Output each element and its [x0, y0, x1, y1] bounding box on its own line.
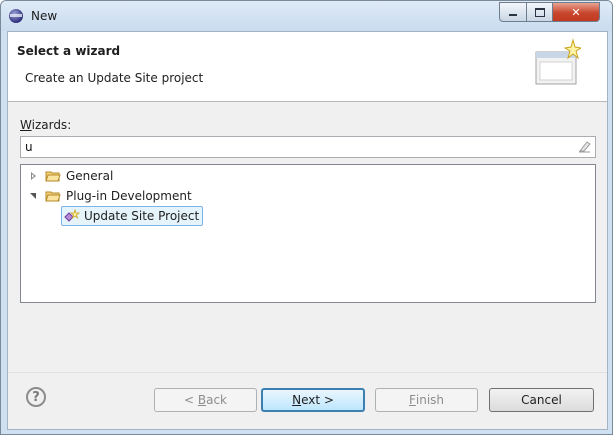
collapse-icon[interactable] — [29, 191, 39, 201]
update-site-wizard-icon — [64, 209, 80, 222]
button-bar-separator — [8, 372, 607, 373]
eclipse-icon — [9, 9, 23, 23]
wizards-label: Wizards: — [20, 118, 72, 132]
dialog-client-area: Select a wizard Create an Update Site pr… — [7, 31, 608, 430]
title-bar[interactable]: New ✕ — [1, 1, 612, 31]
filter-input[interactable] — [25, 139, 565, 155]
next-button[interactable]: Next > — [261, 388, 365, 412]
wizard-filter-field[interactable] — [20, 136, 596, 158]
new-wizard-banner-icon — [535, 38, 581, 85]
tree-item-label: Plug-in Development — [66, 189, 192, 203]
tree-item-label: Update Site Project — [84, 209, 200, 223]
tree-item-general[interactable]: General — [29, 167, 113, 185]
tree-item-plugin-development[interactable]: Plug-in Development — [29, 187, 192, 205]
window-title: New — [31, 9, 58, 23]
minimize-button[interactable] — [499, 2, 527, 22]
help-button[interactable]: ? — [26, 387, 46, 407]
tree-item-label: General — [66, 169, 114, 183]
wizard-header: Select a wizard Create an Update Site pr… — [8, 32, 607, 102]
maximize-button[interactable] — [526, 2, 553, 22]
header-description: Create an Update Site project — [25, 71, 204, 85]
close-button[interactable]: ✕ — [552, 2, 600, 22]
header-title: Select a wizard — [17, 44, 121, 58]
finish-button[interactable]: Finish — [375, 388, 478, 412]
open-folder-icon — [45, 191, 61, 202]
maximize-icon — [534, 7, 545, 17]
minimize-icon — [509, 14, 517, 16]
new-wizard-window: New ✕ Select a wizard Create an Update S… — [0, 0, 613, 435]
back-button[interactable]: < Back — [154, 388, 257, 412]
tree-item-update-site-project[interactable]: Update Site Project — [61, 206, 204, 226]
cancel-button[interactable]: Cancel — [489, 388, 594, 412]
close-icon: ✕ — [571, 5, 581, 19]
expand-icon[interactable] — [29, 171, 39, 181]
help-icon: ? — [32, 389, 40, 405]
clear-filter-icon[interactable] — [578, 140, 591, 153]
folder-icon — [45, 171, 61, 182]
wizard-tree[interactable]: General Plug-in Development Update Site … — [20, 164, 596, 303]
